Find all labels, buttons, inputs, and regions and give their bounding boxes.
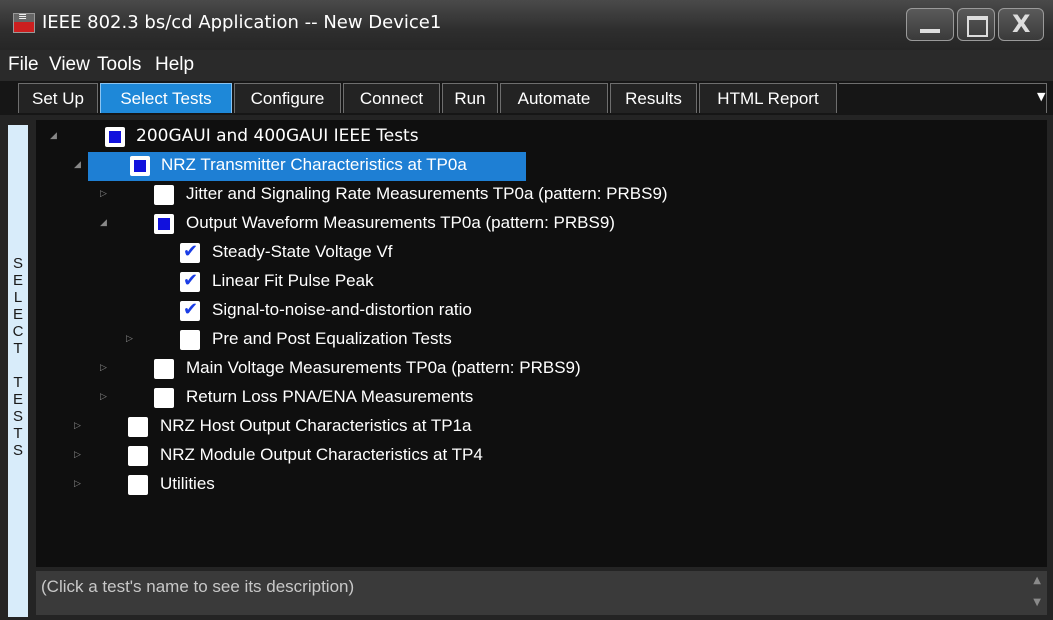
tree-row-label: 200GAUI and 400GAUI IEEE Tests (136, 126, 419, 146)
tree-row-label: Return Loss PNA/ENA Measurements (186, 387, 474, 406)
tree-row-label: Steady-State Voltage Vf (212, 242, 393, 261)
tab-connect[interactable]: Connect (343, 83, 440, 113)
side-panel-label: SELECT TESTS (8, 125, 28, 617)
tab-run[interactable]: Run (442, 83, 498, 113)
checkbox-unchecked[interactable] (154, 185, 174, 205)
checkbox-partial[interactable] (154, 214, 174, 234)
tab-set-up[interactable]: Set Up (18, 83, 98, 113)
app-icon (13, 10, 35, 33)
tab-overflow-dropdown-icon[interactable]: ▼ (1037, 90, 1045, 103)
expand-icon[interactable]: ▷ (126, 334, 133, 344)
tree-row-label: Linear Fit Pulse Peak (212, 271, 374, 290)
tab-select-tests[interactable]: Select Tests (100, 83, 232, 113)
expand-icon[interactable]: ▷ (100, 189, 107, 199)
checkbox-unchecked[interactable] (154, 359, 174, 379)
scroll-up-icon[interactable]: ▲ (1033, 575, 1041, 586)
tree-row[interactable]: ◢ 200GAUI and 400GAUI IEEE Tests (40, 123, 480, 151)
tree-row[interactable]: ▷ Utilities (40, 471, 260, 499)
description-panel[interactable]: (Click a test's name to see its descript… (36, 571, 1047, 615)
tree-row-label: NRZ Host Output Characteristics at TP1a (160, 416, 472, 435)
collapse-icon[interactable]: ◢ (100, 218, 107, 228)
tree-row[interactable]: ◢ Output Waveform Measurements TP0a (pat… (40, 210, 740, 238)
tree-row-label: NRZ Transmitter Characteristics at TP0a (161, 155, 467, 174)
tree-row[interactable]: ▷ Jitter and Signaling Rate Measurements… (40, 181, 800, 209)
tree-row[interactable]: Signal-to-noise-and-distortion ratio (40, 297, 560, 325)
checkbox-unchecked[interactable] (128, 475, 148, 495)
tab-bar-filler (839, 83, 1047, 113)
collapse-icon[interactable]: ◢ (74, 160, 81, 170)
menu-view[interactable]: View (49, 54, 90, 76)
checkbox-checked[interactable] (180, 299, 200, 321)
menu-bar: File View Tools Help (0, 50, 1053, 81)
tree-row[interactable]: ▷ Return Loss PNA/ENA Measurements (40, 384, 550, 412)
checkbox-unchecked[interactable] (180, 330, 200, 350)
maximize-button[interactable] (957, 8, 995, 41)
checkbox-unchecked[interactable] (154, 388, 174, 408)
checkbox-checked[interactable] (180, 241, 200, 263)
expand-icon[interactable]: ▷ (100, 392, 107, 402)
tree-row[interactable]: ▷ Pre and Post Equalization Tests (40, 326, 520, 354)
checkbox-unchecked[interactable] (128, 446, 148, 466)
checkbox-partial[interactable] (105, 127, 125, 147)
window-title: IEEE 802.3 bs/cd Application -- New Devi… (42, 12, 442, 33)
tree-row-label: Utilities (160, 474, 215, 493)
tab-automate[interactable]: Automate (500, 83, 608, 113)
expand-icon[interactable]: ▷ (100, 363, 107, 373)
expand-icon[interactable]: ▷ (74, 421, 81, 431)
description-text: (Click a test's name to see its descript… (41, 577, 355, 596)
tree-row[interactable]: ▷ NRZ Module Output Characteristics at T… (40, 442, 560, 470)
checkbox-partial[interactable] (130, 156, 150, 176)
collapse-icon[interactable]: ◢ (50, 131, 57, 141)
tree-row-label: Pre and Post Equalization Tests (212, 329, 452, 348)
tree-row-label: Jitter and Signaling Rate Measurements T… (186, 184, 668, 203)
minimize-button[interactable] (906, 8, 954, 41)
menu-help[interactable]: Help (155, 54, 194, 76)
checkbox-checked[interactable] (180, 270, 200, 292)
checkbox-unchecked[interactable] (128, 417, 148, 437)
scroll-down-icon[interactable]: ▼ (1033, 597, 1041, 608)
expand-icon[interactable]: ▷ (74, 479, 81, 489)
menu-tools[interactable]: Tools (97, 54, 141, 76)
menu-file[interactable]: File (8, 54, 39, 76)
tree-row-label: Output Waveform Measurements TP0a (patte… (186, 213, 615, 232)
tree-row[interactable]: Steady-State Voltage Vf (40, 239, 460, 267)
tab-results[interactable]: Results (610, 83, 697, 113)
tree-row-label: Main Voltage Measurements TP0a (pattern:… (186, 358, 581, 377)
tree-row[interactable]: Linear Fit Pulse Peak (40, 268, 460, 296)
tree-row-label: Signal-to-noise-and-distortion ratio (212, 300, 472, 319)
tree-row[interactable]: ▷ Main Voltage Measurements TP0a (patter… (40, 355, 690, 383)
tab-bar: Set Up Select Tests Configure Connect Ru… (0, 81, 1053, 115)
side-panel-text: SELECT TESTS (12, 255, 24, 459)
close-button[interactable] (998, 8, 1044, 41)
expand-icon[interactable]: ▷ (74, 450, 81, 460)
tree-row[interactable]: ▷ NRZ Host Output Characteristics at TP1… (40, 413, 560, 441)
tree-row-selected[interactable]: ◢ NRZ Transmitter Characteristics at TP0… (40, 152, 526, 180)
tree-row-label: NRZ Module Output Characteristics at TP4 (160, 445, 483, 464)
title-bar: IEEE 802.3 bs/cd Application -- New Devi… (0, 0, 1053, 50)
tab-configure[interactable]: Configure (234, 83, 341, 113)
tab-html-report[interactable]: HTML Report (699, 83, 837, 113)
